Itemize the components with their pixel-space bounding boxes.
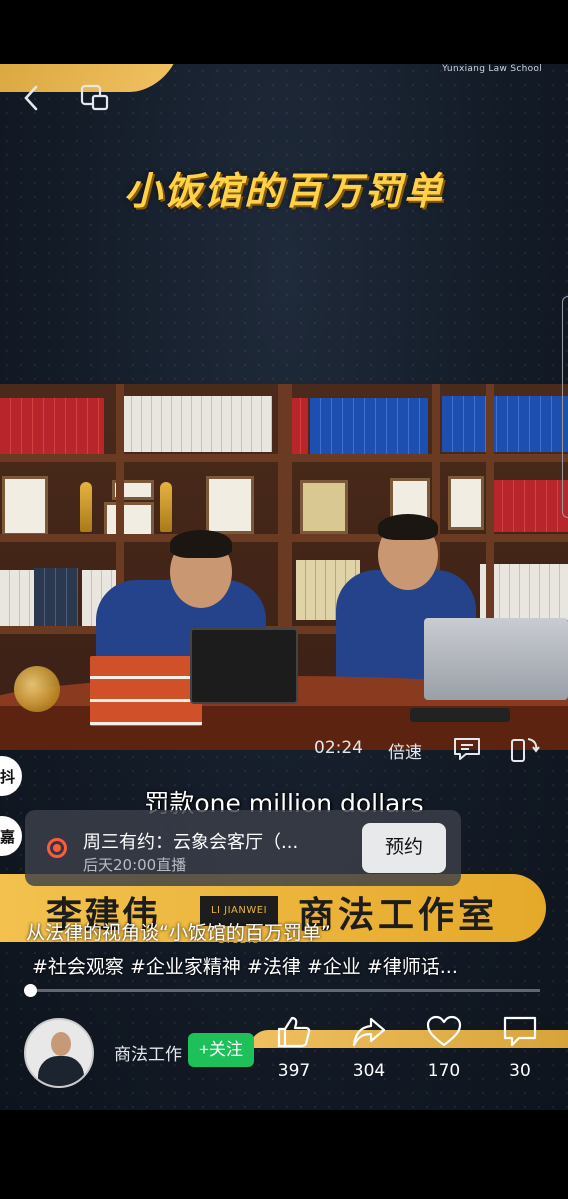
- screen: Yunxiang Law School 小饭馆的百万罚单 02:24 倍速 抖 …: [0, 0, 568, 1199]
- video-watermark: Yunxiang Law School: [442, 64, 542, 74]
- like-count: 397: [277, 1061, 311, 1081]
- comment-count: 30: [509, 1061, 531, 1081]
- video-frame-office-scene: [0, 384, 568, 750]
- comment-bubble-icon: [503, 1016, 537, 1047]
- post-hashtags[interactable]: #社会观察 #企业家精神 #法律 #企业 #律师话...: [32, 952, 458, 979]
- live-card-time: 后天20:00直播: [83, 856, 187, 874]
- favorite-action[interactable]: 170: [414, 1015, 474, 1081]
- progress-knob[interactable]: [24, 984, 37, 997]
- reserve-button[interactable]: 预约: [362, 823, 446, 873]
- share-action[interactable]: 304: [339, 1015, 399, 1081]
- live-indicator-icon: [47, 838, 67, 858]
- share-count: 304: [352, 1061, 386, 1081]
- progress-bar[interactable]: [24, 984, 540, 997]
- live-reservation-card[interactable]: 周三有约：云象会客厅（... 后天20:00直播 预约: [25, 810, 461, 886]
- post-description: 从法律的视角谈“小饭馆的百万罚单”: [26, 922, 331, 944]
- playback-time: 02:24: [314, 738, 363, 758]
- fullscreen-rotate-icon[interactable]: [508, 734, 540, 764]
- favorite-count: 170: [427, 1061, 461, 1081]
- author-avatar[interactable]: [24, 1018, 94, 1088]
- playback-speed-button[interactable]: 倍速: [388, 738, 422, 763]
- follow-button[interactable]: +关注: [188, 1033, 254, 1067]
- heart-icon: [426, 1015, 462, 1047]
- live-card-title: 周三有约：云象会客厅（...: [83, 832, 299, 853]
- share-arrow-icon: [352, 1017, 386, 1047]
- picture-in-picture-icon[interactable]: [80, 84, 110, 112]
- author-name[interactable]: 商法工作: [114, 1040, 182, 1065]
- danmaku-toggle-icon[interactable]: [452, 736, 482, 762]
- side-rail-guest-icon[interactable]: 嘉: [0, 816, 22, 856]
- like-action[interactable]: 397: [264, 1015, 324, 1081]
- back-arrow-icon[interactable]: [20, 84, 44, 112]
- video-title-banner: 小饭馆的百万罚单: [123, 169, 444, 213]
- comment-action[interactable]: 30: [490, 1015, 550, 1081]
- thumbs-up-icon: [277, 1016, 311, 1048]
- scroll-edge-handle[interactable]: [562, 296, 568, 518]
